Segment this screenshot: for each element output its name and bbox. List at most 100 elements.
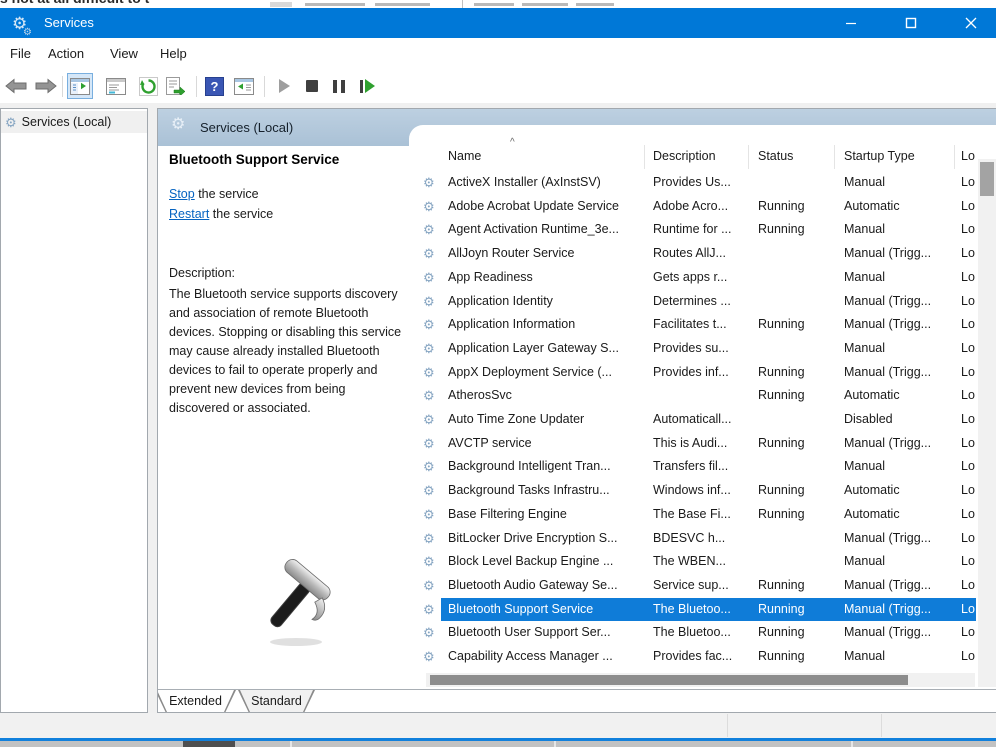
- cell-name: AllJoyn Router Service: [448, 242, 650, 266]
- cell-log-on-as: Lo: [961, 621, 979, 645]
- table-row[interactable]: ⚙ Application Information Facilitates t.…: [409, 313, 976, 337]
- table-row[interactable]: ⚙ ActiveX Installer (AxInstSV) Provides …: [409, 171, 976, 195]
- menu-file[interactable]: File: [10, 38, 31, 70]
- table-row[interactable]: ⚙ App Readiness Gets apps r... Manual Lo: [409, 266, 976, 290]
- stop-service-button[interactable]: [300, 74, 324, 98]
- table-row[interactable]: ⚙ Bluetooth Support Service The Bluetoo.…: [409, 598, 976, 622]
- column-header-description[interactable]: Description: [653, 149, 716, 163]
- menu-bar: File Action View Help: [0, 38, 996, 70]
- cell-status: [758, 266, 840, 290]
- cell-name: Base Filtering Engine: [448, 503, 650, 527]
- cell-log-on-as: Lo: [961, 527, 979, 551]
- background-status-strip: [0, 713, 996, 738]
- cell-name: Bluetooth User Support Ser...: [448, 621, 650, 645]
- properties-button[interactable]: [104, 74, 128, 98]
- cell-name: Bluetooth Audio Gateway Se...: [448, 574, 650, 598]
- maximize-button[interactable]: [888, 8, 934, 38]
- menu-view[interactable]: View: [110, 38, 138, 70]
- menu-action[interactable]: Action: [48, 38, 84, 70]
- table-row[interactable]: ⚙ Agent Activation Runtime_3e... Runtime…: [409, 218, 976, 242]
- tab-standard[interactable]: Standard: [238, 690, 315, 713]
- stop-service-link[interactable]: Stop: [169, 187, 195, 201]
- help-icon: ?: [205, 77, 224, 96]
- pause-service-button[interactable]: [327, 74, 351, 98]
- table-row[interactable]: ⚙ Block Level Backup Engine ... The WBEN…: [409, 550, 976, 574]
- table-row[interactable]: ⚙ Auto Time Zone Updater Automaticall...…: [409, 408, 976, 432]
- service-gear-icon: ⚙: [423, 484, 435, 497]
- menu-help[interactable]: Help: [160, 38, 187, 70]
- table-row[interactable]: ⚙ Background Intelligent Tran... Transfe…: [409, 455, 976, 479]
- column-header-log-on-as[interactable]: Lo: [961, 149, 975, 163]
- table-row[interactable]: ⚙ Application Layer Gateway S... Provide…: [409, 337, 976, 361]
- vertical-scrollbar[interactable]: [978, 159, 996, 687]
- cell-startup-type: Manual (Trigg...: [844, 290, 957, 314]
- horizontal-scrollbar[interactable]: [426, 673, 975, 687]
- show-console-tree-button[interactable]: [67, 73, 93, 99]
- cell-log-on-as: Lo: [961, 455, 979, 479]
- table-row[interactable]: ⚙ Base Filtering Engine The Base Fi... R…: [409, 503, 976, 527]
- cell-name: Bluetooth Support Service: [448, 598, 650, 622]
- table-row[interactable]: ⚙ Application Identity Determines ... Ma…: [409, 290, 976, 314]
- toolbar: ?: [0, 70, 996, 104]
- cell-log-on-as: Lo: [961, 384, 979, 408]
- cell-description: Automaticall...: [653, 408, 753, 432]
- cell-description: Provides inf...: [653, 361, 753, 385]
- restart-service-button[interactable]: [355, 74, 379, 98]
- service-gear-icon: ⚙: [423, 318, 435, 331]
- cell-name: Application Layer Gateway S...: [448, 337, 650, 361]
- column-header-status[interactable]: Status: [758, 149, 793, 163]
- service-gear-icon: ⚙: [423, 460, 435, 473]
- background-window-sliver: s not at all difficult to t: [0, 0, 996, 8]
- table-row[interactable]: ⚙ Bluetooth Audio Gateway Se... Service …: [409, 574, 976, 598]
- cell-name: Auto Time Zone Updater: [448, 408, 650, 432]
- sort-ascending-icon: ^: [510, 137, 515, 148]
- cell-name: ActiveX Installer (AxInstSV): [448, 171, 650, 195]
- cell-status: [758, 527, 840, 551]
- tab-extended[interactable]: Extended: [157, 690, 236, 713]
- table-row[interactable]: ⚙ AppX Deployment Service (... Provides …: [409, 361, 976, 385]
- table-row[interactable]: ⚙ AVCTP service This is Audi... Running …: [409, 432, 976, 456]
- restart-service-link[interactable]: Restart: [169, 207, 209, 221]
- close-button[interactable]: [948, 8, 994, 38]
- cell-description: The Base Fi...: [653, 503, 753, 527]
- export-list-button[interactable]: [164, 74, 188, 98]
- tree-item-label: Services (Local): [22, 115, 112, 129]
- back-button[interactable]: [4, 74, 28, 98]
- cell-name: BitLocker Drive Encryption S...: [448, 527, 650, 551]
- refresh-button[interactable]: [136, 74, 160, 98]
- extended-info-panel: Bluetooth Support Service Stop the servi…: [158, 146, 409, 689]
- forward-button[interactable]: [34, 74, 58, 98]
- table-row[interactable]: ⚙ AtherosSvc Running Automatic Lo: [409, 384, 976, 408]
- cell-name: Adobe Acrobat Update Service: [448, 195, 650, 219]
- services-gear-icon: ⚙⚙: [12, 13, 34, 35]
- horizontal-scrollbar-thumb[interactable]: [430, 675, 908, 685]
- table-row[interactable]: ⚙ Bluetooth User Support Ser... The Blue…: [409, 621, 976, 645]
- cell-name: Background Tasks Infrastru...: [448, 479, 650, 503]
- service-gear-icon: ⚙: [423, 200, 435, 213]
- vertical-scrollbar-thumb[interactable]: [980, 162, 994, 196]
- service-gear-icon: ⚙: [423, 271, 435, 284]
- cell-description: Provides su...: [653, 337, 753, 361]
- table-row[interactable]: ⚙ BitLocker Drive Encryption S... BDESVC…: [409, 527, 976, 551]
- cell-startup-type: Manual: [844, 266, 957, 290]
- help-button[interactable]: ?: [202, 74, 226, 98]
- service-gear-icon: ⚙: [423, 508, 435, 521]
- start-service-button[interactable]: [272, 74, 296, 98]
- cell-status: Running: [758, 598, 840, 622]
- show-action-pane-button[interactable]: [232, 74, 256, 98]
- minimize-button[interactable]: [828, 8, 874, 38]
- column-header-startup-type[interactable]: Startup Type: [844, 149, 915, 163]
- table-row[interactable]: ⚙ AllJoyn Router Service Routes AllJ... …: [409, 242, 976, 266]
- table-row[interactable]: ⚙ Adobe Acrobat Update Service Adobe Acr…: [409, 195, 976, 219]
- table-row[interactable]: ⚙ Background Tasks Infrastru... Windows …: [409, 479, 976, 503]
- table-row[interactable]: ⚙ Capability Access Manager ... Provides…: [409, 645, 976, 669]
- tree-item-services-local[interactable]: ⚙ Services (Local): [1, 111, 147, 133]
- services-table: ⚙ ActiveX Installer (AxInstSV) Provides …: [409, 171, 976, 669]
- column-header-name[interactable]: Name: [448, 149, 481, 163]
- service-gear-icon: ⚙: [423, 176, 435, 189]
- close-icon: [965, 17, 977, 29]
- cell-status: [758, 290, 840, 314]
- back-arrow-icon: [5, 78, 27, 94]
- cell-description: Gets apps r...: [653, 266, 753, 290]
- cell-startup-type: Manual: [844, 455, 957, 479]
